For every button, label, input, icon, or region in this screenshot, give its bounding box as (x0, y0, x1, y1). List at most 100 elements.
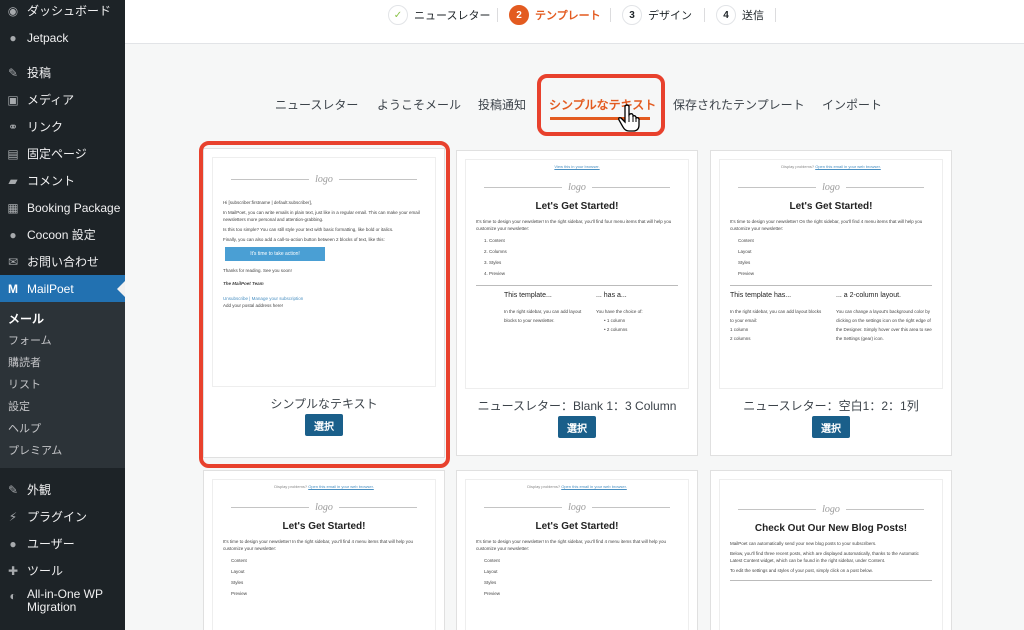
sidebar-item-jetpack[interactable]: ● Jetpack (0, 24, 125, 51)
calendar-icon: ▦ (7, 200, 19, 215)
thumb-browser-link: Open this email in your web browser. (561, 484, 627, 489)
admin-sidebar: ◉ ダッシュボード ● Jetpack ✎ 投稿 ▣ メディア ⚭ リンク ▤ … (0, 0, 125, 630)
template-card-blank-1-3-column[interactable]: View this in your browser. logo Let's Ge… (456, 150, 698, 456)
template-card[interactable]: Display problems? Open this email in you… (203, 470, 445, 630)
logo-row: logo (466, 502, 688, 513)
sidebar-item-dashboard[interactable]: ◉ ダッシュボード (0, 0, 125, 24)
tab-post-notification[interactable]: 投稿通知 (478, 96, 526, 113)
jetpack-icon: ● (9, 30, 17, 45)
thumb-browser-link: Open this email in your web browser. (308, 484, 374, 489)
template-thumbnail[interactable]: Display problems? Open this email in you… (212, 479, 436, 630)
step-number: 3 (622, 5, 642, 25)
template-thumbnail[interactable]: logo Check Out Our New Blog Posts! MailP… (719, 479, 943, 630)
dashboard-icon: ◉ (7, 3, 19, 18)
logo-row: logo (720, 504, 942, 515)
sidebar-item-pages[interactable]: ▤ 固定ページ (0, 140, 125, 167)
thumb-title: Let's Get Started! (789, 201, 873, 212)
plugin-icon: ⚡ (8, 509, 18, 524)
step-divider (775, 8, 776, 22)
submenu-item-lists[interactable]: リスト (0, 374, 125, 396)
thumb-columns: This template has... In the right sideba… (730, 292, 932, 341)
step-newsletter[interactable]: ✓ ニュースレター (388, 5, 490, 25)
sidebar-item-appearance[interactable]: ✎ 外観 (0, 476, 125, 503)
thumb-columns: This template... In the right sidebar, y… (504, 292, 643, 332)
thumb-paragraph: Below, you'll find three recent posts, w… (730, 551, 919, 563)
sidebar-item-mailpoet[interactable]: M MailPoet (0, 275, 125, 302)
sidebar-item-tools[interactable]: ✚ ツール (0, 557, 125, 584)
thumb-title: Let's Get Started! (282, 521, 366, 532)
thumb-list: Content Layout Styles Preview (484, 558, 501, 596)
submenu-item-subscribers[interactable]: 購読者 (0, 352, 125, 374)
template-name: ニュースレター：空白1：2：1列 (743, 399, 919, 413)
comment-icon: ▰ (8, 173, 18, 188)
tab-welcome-email[interactable]: ようこそメール (377, 96, 461, 113)
thumb-list: Content Layout Styles Preview (231, 558, 248, 596)
migration-icon: ◐ (9, 589, 17, 603)
submenu-item-settings[interactable]: 設定 (0, 396, 125, 418)
tool-icon: ✚ (7, 563, 19, 578)
template-thumbnail[interactable]: View this in your browser. logo Let's Ge… (465, 159, 689, 389)
step-divider (497, 8, 498, 22)
media-icon: ▣ (7, 92, 19, 107)
step-template[interactable]: 2 テンプレート (509, 5, 601, 25)
sidebar-item-links[interactable]: ⚭ リンク (0, 113, 125, 140)
user-icon: ● (9, 536, 17, 551)
sidebar-item-comments[interactable]: ▰ コメント (0, 167, 125, 194)
logo-placeholder: logo (315, 502, 333, 513)
submenu-item-premium[interactable]: プレミアム (0, 440, 125, 462)
template-thumbnail[interactable]: Display problems? Open this email in you… (719, 159, 943, 389)
cocoon-icon: ● (9, 227, 17, 242)
thumb-browser-link: View this in your browser. (554, 164, 600, 169)
template-thumbnail[interactable]: Display problems? Open this email in you… (465, 479, 689, 630)
logo-row: logo (466, 182, 688, 193)
step-send[interactable]: 4 送信 (716, 5, 764, 25)
select-button[interactable]: 選択 (812, 416, 850, 438)
step-number: 2 (509, 5, 529, 25)
logo-placeholder: logo (822, 504, 840, 515)
step-design[interactable]: 3 デザイン (622, 5, 692, 25)
logo-placeholder: logo (568, 502, 586, 513)
highlight-box (199, 141, 450, 468)
submenu-item-forms[interactable]: フォーム (0, 330, 125, 352)
thumb-paragraph: It's time to design your newsletter! In … (476, 219, 672, 231)
highlight-box (537, 74, 665, 136)
template-name: ニュースレター：Blank 1：3 Column (477, 399, 677, 413)
thumb-paragraph: It's time to design your newsletter! On … (730, 219, 923, 231)
page-icon: ▤ (7, 146, 19, 161)
step-divider (704, 8, 705, 22)
sidebar-item-plugins[interactable]: ⚡ プラグイン (0, 503, 125, 530)
sidebar-item-posts[interactable]: ✎ 投稿 (0, 59, 125, 86)
thumb-paragraph: To edit the settings and styles of your … (730, 568, 873, 573)
step-divider (610, 8, 611, 22)
mail-icon: ✉ (7, 254, 19, 269)
check-icon: ✓ (388, 5, 408, 25)
hand-cursor-icon (618, 104, 640, 132)
thumb-list: 1. Content 2. Columns 3. Styles 4. Previ… (484, 238, 507, 276)
link-icon: ⚭ (7, 119, 19, 134)
sidebar-item-booking-package[interactable]: ▦ Booking Package (0, 194, 125, 221)
sidebar-item-users[interactable]: ● ユーザー (0, 530, 125, 557)
thumb-title: Check Out Our New Blog Posts! (754, 523, 908, 534)
step-number: 4 (716, 5, 736, 25)
thumb-title: Let's Get Started! (535, 201, 619, 212)
appearance-icon: ✎ (7, 482, 19, 497)
step-progress-bar: ✓ ニュースレター 2 テンプレート 3 デザイン 4 送信 (125, 0, 1024, 44)
submenu-item-emails[interactable]: メール (0, 308, 125, 330)
logo-placeholder: logo (568, 182, 586, 193)
tab-import[interactable]: インポート (822, 96, 882, 113)
tab-saved-templates[interactable]: 保存されたテンプレート (673, 96, 805, 113)
sidebar-item-media[interactable]: ▣ メディア (0, 86, 125, 113)
tab-newsletter[interactable]: ニュースレター (275, 96, 358, 113)
template-card-blank-1-2-1-column[interactable]: Display problems? Open this email in you… (710, 150, 952, 456)
template-card[interactable]: logo Check Out Our New Blog Posts! MailP… (710, 470, 952, 630)
sidebar-item-migration[interactable]: ◐ All-in-One WP Migration (0, 584, 125, 618)
template-card[interactable]: Display problems? Open this email in you… (456, 470, 698, 630)
sidebar-item-contact[interactable]: ✉ お問い合わせ (0, 248, 125, 275)
thumb-list: Content Layout Styles Preview (738, 238, 755, 276)
select-button[interactable]: 選択 (558, 416, 596, 438)
thumb-paragraph: MailPoet can automatically send your new… (730, 541, 877, 546)
submenu-item-help[interactable]: ヘルプ (0, 418, 125, 440)
thumb-paragraph: It's time to design your newsletter! In … (476, 539, 667, 551)
sidebar-item-cocoon[interactable]: ● Cocoon 設定 (0, 221, 125, 248)
thumb-paragraph: It's time to design your newsletter! In … (223, 539, 414, 551)
